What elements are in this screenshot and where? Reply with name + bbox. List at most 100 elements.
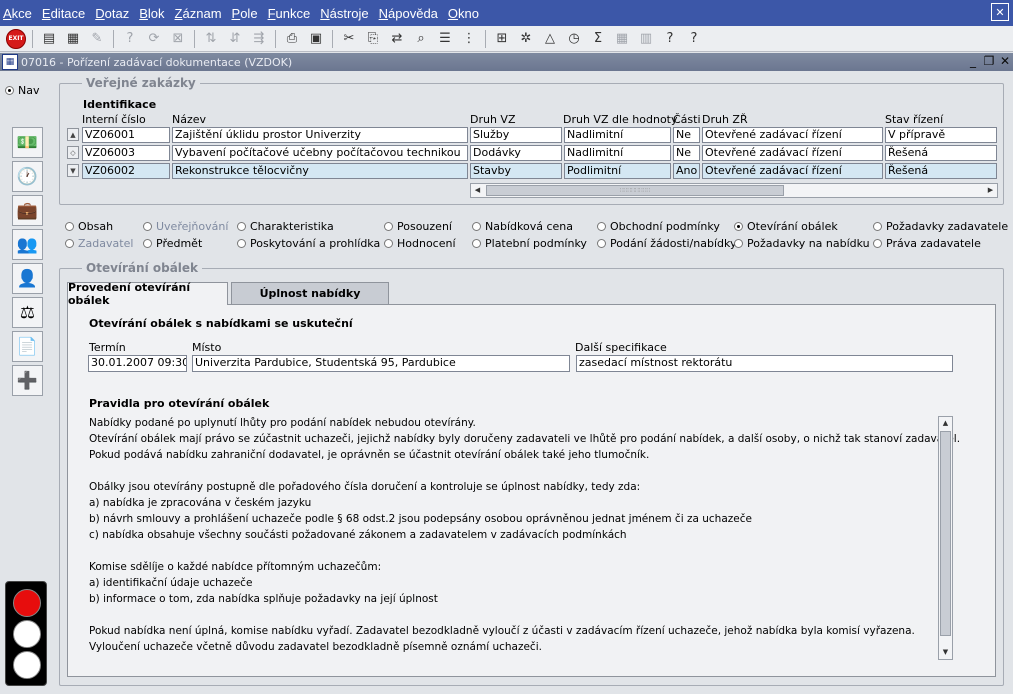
org-chart-icon[interactable]: ⊞ — [492, 29, 512, 49]
table-cell[interactable]: Otevřené zadávací řízení — [702, 127, 883, 143]
delete-record-icon[interactable]: ✎ — [87, 29, 107, 49]
table-cell[interactable]: Rekonstrukce tělocvičny — [172, 163, 468, 179]
table-cell[interactable]: Podlimitní — [564, 163, 671, 179]
radio-button[interactable] — [65, 222, 74, 231]
copy-record-icon[interactable]: ▦ — [63, 29, 83, 49]
person-icon[interactable]: 👤 — [12, 263, 43, 294]
table-cell[interactable]: Dodávky — [470, 145, 562, 161]
help-icon[interactable]: ? — [684, 29, 704, 49]
radio-posouzeni[interactable]: Posouzení — [384, 220, 452, 233]
menu-blok[interactable]: Blok — [139, 6, 164, 21]
scroll-left-icon[interactable]: ◀ — [471, 184, 484, 197]
radio-button[interactable] — [734, 239, 743, 248]
money-icon[interactable]: 💵 — [12, 127, 43, 158]
list-icon[interactable]: ☰ — [435, 29, 455, 49]
cut-icon[interactable]: ✂ — [339, 29, 359, 49]
table-cell[interactable]: Nadlimitní — [564, 127, 671, 143]
radio-button[interactable] — [472, 222, 481, 231]
insert-record-icon[interactable]: ▤ — [39, 29, 59, 49]
scroll-up-icon[interactable]: ▲ — [939, 417, 952, 430]
print-icon[interactable]: ⎙ — [282, 29, 302, 49]
close-window-icon[interactable]: ✕ — [999, 54, 1011, 68]
rules-text-area[interactable]: Nabídky podané po uplynutí lhůty pro pod… — [67, 412, 960, 662]
radio-platebni-podminky[interactable]: Platební podmínky — [472, 237, 587, 250]
table-cell[interactable]: Nadlimitní — [564, 145, 671, 161]
document-icon[interactable]: 📄 — [12, 331, 43, 362]
help-key-icon[interactable]: ? — [660, 29, 680, 49]
row-selector[interactable]: ◇ — [67, 146, 79, 159]
table-cell[interactable]: Zajištění úklidu prostor Univerzity — [172, 127, 468, 143]
radio-button[interactable] — [472, 239, 481, 248]
table-cell[interactable]: VZ06001 — [82, 127, 170, 143]
sort-multi-icon[interactable]: ⇶ — [249, 29, 269, 49]
radio-button[interactable] — [873, 222, 882, 231]
radio-pozadavky-zadavatele[interactable]: Požadavky zadavatele — [873, 220, 1008, 233]
radio-obchodni-podminky[interactable]: Obchodní podmínky — [597, 220, 720, 233]
table-cell[interactable]: Řešená — [885, 145, 997, 161]
restore-icon[interactable]: ❐ — [983, 54, 995, 68]
scrollbar-thumb[interactable]: ∷∷∷∷∷∷∷∷ — [486, 185, 784, 196]
cancel-query-icon[interactable]: ⊠ — [168, 29, 188, 49]
radio-button[interactable] — [65, 239, 74, 248]
exit-icon[interactable]: EXIT — [6, 28, 26, 49]
briefcase-icon[interactable]: 💼 — [12, 195, 43, 226]
table-cell[interactable]: VZ06003 — [82, 145, 170, 161]
radio-button[interactable] — [597, 239, 606, 248]
radio-button[interactable] — [143, 239, 152, 248]
report-icon[interactable]: ▣ — [306, 29, 326, 49]
scales-icon[interactable]: ⚖ — [12, 297, 43, 328]
table-cell[interactable]: Otevřené zadávací řízení — [702, 163, 883, 179]
radio-otevirani-obalek[interactable]: Otevírání obálek — [734, 220, 838, 233]
paste-icon[interactable]: ⎘ — [363, 29, 383, 49]
menu-dotaz[interactable]: Dotaz — [95, 6, 129, 21]
calculator-icon[interactable]: ▦ — [612, 29, 632, 49]
table-cell[interactable]: Ne — [673, 127, 700, 143]
tab-uplnost[interactable]: Úplnost nabídky — [231, 282, 389, 304]
query-icon[interactable]: ? — [120, 29, 140, 49]
misto-field[interactable]: Univerzita Pardubice, Studentská 95, Par… — [192, 355, 570, 372]
table-cell[interactable]: Ano — [673, 163, 700, 179]
menu-napoveda[interactable]: Nápověda — [379, 6, 438, 21]
close-icon[interactable]: ✕ — [991, 3, 1009, 21]
radio-podani[interactable]: Podání žádosti/nabídky — [597, 237, 736, 250]
table-cell[interactable]: Služby — [470, 127, 562, 143]
menu-pole[interactable]: Pole — [232, 6, 258, 21]
table-cell[interactable]: Vybavení počítačové učebny počítačovou t… — [172, 145, 468, 161]
table-cell[interactable]: Ne — [673, 145, 700, 161]
radio-hodnoceni[interactable]: Hodnocení — [384, 237, 456, 250]
table-horizontal-scrollbar[interactable]: ◀ ∷∷∷∷∷∷∷∷ ▶ — [470, 183, 998, 198]
table-cell[interactable]: Stavby — [470, 163, 562, 179]
sort-desc-icon[interactable]: ⇵ — [225, 29, 245, 49]
menu-nastroje[interactable]: Nástroje — [320, 6, 368, 21]
termin-field[interactable]: 30.01.2007 09:30 — [88, 355, 187, 372]
radio-button[interactable] — [143, 222, 152, 231]
table-cell[interactable]: VZ06002 — [82, 163, 170, 179]
radio-button[interactable] — [734, 222, 743, 231]
nav-radio[interactable] — [5, 86, 14, 95]
dalsi-field[interactable]: zasedací místnost rektorátu — [576, 355, 953, 372]
tab-provedeni[interactable]: Provedení otevírání obálek — [67, 281, 228, 307]
radio-button[interactable] — [597, 222, 606, 231]
clock-icon[interactable]: ◷ — [564, 29, 584, 49]
menu-okno[interactable]: Okno — [448, 6, 479, 21]
radio-pozadavky-na-nabidku[interactable]: Požadavky na nabídku — [734, 237, 870, 250]
radio-button[interactable] — [873, 239, 882, 248]
radio-button[interactable] — [237, 239, 246, 248]
scroll-down-icon[interactable]: ▼ — [939, 646, 952, 659]
table-cell[interactable]: Otevřené zadávací řízení — [702, 145, 883, 161]
radio-charakteristika[interactable]: Charakteristika — [237, 220, 334, 233]
menu-akce[interactable]: Akce — [3, 6, 32, 21]
people-icon[interactable]: 👥 — [12, 229, 43, 260]
sort-asc-icon[interactable]: ⇅ — [201, 29, 221, 49]
radio-uverejnovani[interactable]: Uveřejňování — [143, 220, 228, 233]
radio-nabidkova-cena[interactable]: Nabídková cena — [472, 220, 573, 233]
radio-prava-zadavatele[interactable]: Práva zadavatele — [873, 237, 981, 250]
radio-button[interactable] — [237, 222, 246, 231]
tree-icon[interactable]: ⋮ — [459, 29, 479, 49]
table-cell[interactable]: V přípravě — [885, 127, 997, 143]
menu-editace[interactable]: Editace — [42, 6, 85, 21]
menu-funkce[interactable]: Funkce — [268, 6, 311, 21]
warning-icon[interactable]: △ — [540, 29, 560, 49]
row-selector-down-icon[interactable]: ▼ — [67, 164, 79, 177]
execute-query-icon[interactable]: ⟳ — [144, 29, 164, 49]
